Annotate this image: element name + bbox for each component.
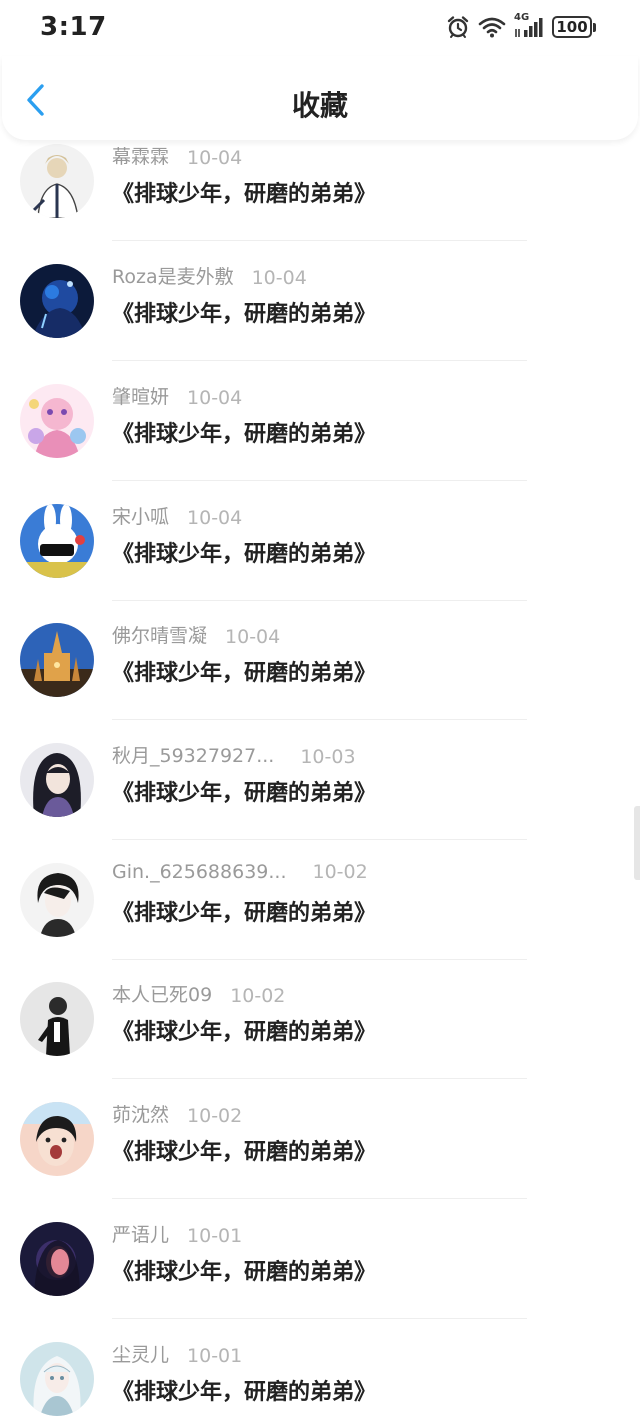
date-label: 10-04 — [225, 626, 281, 648]
book-title[interactable]: 《排球少年，研磨的弟弟》 — [112, 1134, 376, 1166]
list-item[interactable]: Roza是麦外敷 10-04 《排球少年，研磨的弟弟》 — [0, 242, 640, 362]
divider — [112, 839, 527, 840]
item-meta: 茆沈然 10-02 — [112, 1100, 242, 1127]
date-label: 10-01 — [187, 1225, 243, 1247]
list-item[interactable]: 佛尔晴雪凝 10-04 《排球少年，研磨的弟弟》 — [0, 601, 640, 721]
list-item[interactable]: 肇暄妍 10-04 《排球少年，研磨的弟弟》 — [0, 362, 640, 482]
favorites-list[interactable]: 幕霖霖 10-04 《排球少年，研磨的弟弟》 Roza是麦外敷 10-04 《排球少年，研… — [0, 138, 640, 1422]
username[interactable]: 秋月_59327927... — [112, 741, 274, 768]
username[interactable]: 尘灵儿 — [112, 1340, 169, 1367]
book-title[interactable]: 《排球少年，研磨的弟弟》 — [112, 536, 376, 568]
item-meta: 宋小呱 10-04 — [112, 502, 242, 529]
username[interactable]: 严语儿 — [112, 1220, 169, 1247]
avatar[interactable] — [20, 1222, 94, 1296]
avatar[interactable] — [20, 982, 94, 1056]
divider — [112, 1078, 527, 1079]
username[interactable]: 幕霖霖 — [112, 142, 169, 169]
page-title: 收藏 — [291, 89, 348, 122]
divider — [112, 360, 527, 361]
avatar[interactable] — [20, 1342, 94, 1416]
scroll-handle[interactable] — [634, 806, 640, 880]
status-icons: 4G 100 — [446, 12, 596, 39]
list-item[interactable]: 宋小呱 10-04 《排球少年，研磨的弟弟》 — [0, 482, 640, 602]
date-label: 10-03 — [300, 746, 356, 768]
date-label: 10-04 — [187, 147, 243, 169]
divider — [112, 1318, 527, 1319]
status-bar: 3:17 4G 100 — [0, 0, 640, 56]
avatar[interactable] — [20, 743, 94, 817]
username[interactable]: Roza是麦外敷 — [112, 262, 234, 289]
list-item[interactable]: 尘灵儿 10-01 《排球少年，研磨的弟弟》 — [0, 1320, 640, 1422]
date-label: 10-04 — [251, 267, 307, 289]
divider — [112, 719, 527, 720]
list-item[interactable]: 秋月_59327927... 10-03 《排球少年，研磨的弟弟》 — [0, 721, 640, 841]
alarm-icon — [446, 15, 470, 39]
book-title[interactable]: 《排球少年，研磨的弟弟》 — [112, 1014, 376, 1046]
divider — [112, 1198, 527, 1199]
signal-icon: 4G — [514, 12, 544, 39]
avatar[interactable] — [20, 1102, 94, 1176]
book-title[interactable]: 《排球少年，研磨的弟弟》 — [112, 895, 376, 927]
date-label: 10-04 — [187, 387, 243, 409]
item-meta: Roza是麦外敷 10-04 — [112, 262, 307, 289]
list-item[interactable]: Gin._625688639... 10-02 《排球少年，研磨的弟弟》 — [0, 841, 640, 961]
item-meta: 秋月_59327927... 10-03 — [112, 741, 356, 768]
list-item[interactable]: 幕霖霖 10-04 《排球少年，研磨的弟弟》 — [0, 138, 640, 242]
item-meta: 肇暄妍 10-04 — [112, 382, 242, 409]
list-item[interactable]: 本人已死09 10-02 《排球少年，研磨的弟弟》 — [0, 960, 640, 1080]
date-label: 10-02 — [187, 1105, 243, 1127]
book-title[interactable]: 《排球少年，研磨的弟弟》 — [112, 416, 376, 448]
username[interactable]: 佛尔晴雪凝 — [112, 621, 207, 648]
book-title[interactable]: 《排球少年，研磨的弟弟》 — [112, 1254, 376, 1286]
username[interactable]: 茆沈然 — [112, 1100, 169, 1127]
username[interactable]: 宋小呱 — [112, 502, 169, 529]
date-label: 10-02 — [230, 985, 286, 1007]
username[interactable]: Gin._625688639... — [112, 861, 287, 883]
book-title[interactable]: 《排球少年，研磨的弟弟》 — [112, 176, 376, 208]
date-label: 10-04 — [187, 507, 243, 529]
username[interactable]: 肇暄妍 — [112, 382, 169, 409]
book-title[interactable]: 《排球少年，研磨的弟弟》 — [112, 1374, 376, 1406]
item-meta: 幕霖霖 10-04 — [112, 142, 242, 169]
divider — [112, 240, 527, 241]
item-meta: 尘灵儿 10-01 — [112, 1340, 242, 1367]
wifi-icon — [478, 16, 506, 38]
item-meta: 本人已死09 10-02 — [112, 980, 285, 1007]
list-item[interactable]: 茆沈然 10-02 《排球少年，研磨的弟弟》 — [0, 1080, 640, 1200]
status-time: 3:17 — [40, 12, 107, 42]
item-meta: 佛尔晴雪凝 10-04 — [112, 621, 280, 648]
battery-level: 100 — [552, 16, 592, 38]
username[interactable]: 本人已死09 — [112, 980, 212, 1007]
date-label: 10-01 — [187, 1345, 243, 1367]
book-title[interactable]: 《排球少年，研磨的弟弟》 — [112, 296, 376, 328]
avatar[interactable] — [20, 384, 94, 458]
item-meta: Gin._625688639... 10-02 — [112, 861, 368, 883]
avatar[interactable] — [20, 504, 94, 578]
book-title[interactable]: 《排球少年，研磨的弟弟》 — [112, 655, 376, 687]
avatar[interactable] — [20, 863, 94, 937]
avatar[interactable] — [20, 623, 94, 697]
nav-bar: 收藏 — [2, 56, 638, 140]
date-label: 10-02 — [312, 861, 368, 883]
book-title[interactable]: 《排球少年，研磨的弟弟》 — [112, 775, 376, 807]
list-item[interactable]: 严语儿 10-01 《排球少年，研磨的弟弟》 — [0, 1200, 640, 1320]
avatar[interactable] — [20, 264, 94, 338]
avatar[interactable] — [20, 144, 94, 218]
item-meta: 严语儿 10-01 — [112, 1220, 242, 1247]
battery-icon: 100 — [552, 16, 596, 38]
divider — [112, 480, 527, 481]
